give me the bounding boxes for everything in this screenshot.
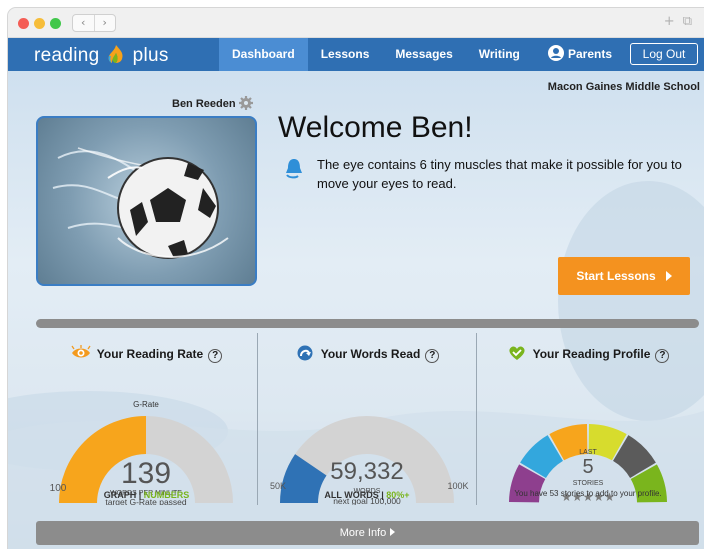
words-read-title-text: Your Words Read (320, 347, 421, 361)
dashboard-content: Macon Gaines Middle School Ben Reeden We… (8, 71, 704, 549)
rate-value: 139 (121, 457, 171, 490)
main-nav: Dashboard Lessons Messages Writing (219, 38, 533, 71)
reading-profile-panel: Your Reading Profile? LAST 5 STORIES ★★★… (476, 333, 699, 505)
tab-overview-button[interactable]: ⧉ (683, 14, 700, 29)
words-read-gauge: 50K 100K 59,332 WORDS next goal 100,000 (270, 416, 469, 505)
nav-dashboard[interactable]: Dashboard (219, 38, 308, 71)
settings-gear-icon[interactable] (238, 95, 254, 111)
reading-profile-help-icon[interactable]: ? (655, 349, 670, 363)
words-read-panel: Your Words Read? 50K 100K 59,332 WORDS n… (257, 333, 476, 505)
profile-note: You have 53 stories to add to your profi… (514, 489, 662, 498)
play-arrow-icon (390, 528, 396, 536)
more-info-label: More Info (339, 527, 387, 539)
reading-rate-gauge: G-Rate 100 139 WORDS PER MINUTE target G… (50, 400, 233, 505)
new-tab-button[interactable]: + (664, 14, 683, 29)
reading-profile-title: Your Reading Profile? (477, 345, 699, 363)
reading-rate-help-icon[interactable]: ? (208, 349, 223, 363)
more-info-button[interactable]: More Info (36, 521, 699, 545)
nav-lessons[interactable]: Lessons (308, 38, 383, 71)
profile-value: 5 (582, 456, 593, 478)
eye-icon (71, 345, 91, 358)
profile-segment (520, 435, 564, 479)
graph-toggle-link[interactable]: GRAPH (104, 490, 137, 500)
welcome-heading: Welcome Ben! (278, 111, 473, 144)
nav-messages[interactable]: Messages (382, 38, 465, 71)
all-words-toggle-link[interactable]: ALL WORDS (324, 490, 378, 500)
browser-window: ‹ › +⧉ reading plus Dashboard Lessons Me… (8, 8, 704, 549)
logout-button[interactable]: Log Out (630, 43, 698, 65)
profile-segment (587, 424, 627, 461)
rate-view-toggle: GRAPH | NUMBERS (36, 490, 257, 500)
profile-last-label: LAST (579, 449, 597, 456)
soccer-ball-splash-image (52, 147, 229, 259)
logo-text-reading: reading (34, 45, 100, 66)
eye-fact-text: The eye contains 6 tiny muscles that mak… (317, 157, 682, 191)
section-divider (36, 319, 699, 328)
reading-rate-title: Your Reading Rate? (36, 345, 257, 363)
close-window-button[interactable] (18, 18, 29, 29)
parent-avatar-icon (548, 45, 564, 61)
nav-writing[interactable]: Writing (466, 38, 533, 71)
words-view-toggle: ALL WORDS | 80%+ (258, 490, 476, 500)
forward-button[interactable]: › (95, 15, 116, 31)
parents-label: Parents (568, 47, 613, 61)
reading-rate-title-text: Your Reading Rate (96, 347, 204, 361)
reading-rate-panel: Your Reading Rate? G-Rate 100 139 WORDS … (36, 333, 257, 505)
eighty-percent-toggle-link[interactable]: 80%+ (386, 490, 409, 500)
reading-profile-title-text: Your Reading Profile (532, 347, 651, 361)
logo-text-plus: plus (132, 45, 169, 66)
reading-profile-gauge: LAST 5 STORIES ★★★★★ (509, 424, 667, 504)
heart-check-icon (509, 346, 525, 360)
back-button[interactable]: ‹ (73, 15, 95, 31)
words-value: 59,332 (330, 458, 403, 485)
browser-chrome: ‹ › +⧉ (8, 8, 704, 38)
student-avatar-image[interactable] (36, 116, 257, 286)
browser-actions: +⧉ (664, 14, 700, 29)
start-lessons-label: Start Lessons (576, 269, 656, 283)
logo-flame-icon (108, 45, 123, 63)
profile-unit: STORIES (573, 480, 604, 487)
user-name: Ben Reeden (172, 98, 236, 110)
words-read-title: Your Words Read? (258, 345, 476, 363)
words-read-icon (297, 345, 313, 361)
bell-icon (286, 159, 302, 179)
toggle-separator: | (136, 490, 144, 500)
school-name: Macon Gaines Middle School (547, 81, 700, 93)
minimize-window-button[interactable] (34, 18, 45, 29)
words-read-help-icon[interactable]: ? (425, 349, 440, 363)
maximize-window-button[interactable] (50, 18, 61, 29)
profile-segment (549, 424, 589, 461)
numbers-toggle-link[interactable]: NUMBERS (144, 490, 190, 500)
play-arrow-icon (665, 271, 672, 281)
profile-segment (612, 435, 656, 479)
top-navigation: reading plus Dashboard Lessons Messages … (8, 38, 704, 71)
parents-link[interactable]: Parents (548, 45, 612, 61)
history-buttons: ‹ › (72, 14, 116, 32)
reading-plus-logo[interactable]: reading plus (34, 44, 169, 67)
start-lessons-button[interactable]: Start Lessons (558, 257, 690, 295)
grate-label: G-Rate (133, 400, 159, 409)
